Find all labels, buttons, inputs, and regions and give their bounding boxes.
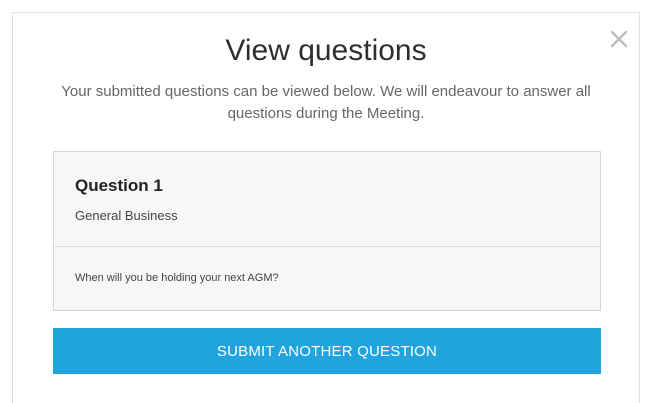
submit-another-question-button[interactable]: SUBMIT ANOTHER QUESTION (53, 328, 601, 374)
modal-subtitle: Your submitted questions can be viewed b… (61, 83, 591, 122)
view-questions-modal: View questions Your submitted questions … (12, 12, 640, 403)
modal-title: View questions (225, 34, 427, 67)
question-category: General Business (75, 208, 178, 223)
question-text: When will you be holding your next AGM? (75, 272, 279, 284)
question-card: Question 1 General Business When will yo… (53, 151, 601, 311)
question-card-header: Question 1 General Business (54, 152, 600, 247)
question-title: Question 1 (75, 176, 163, 195)
